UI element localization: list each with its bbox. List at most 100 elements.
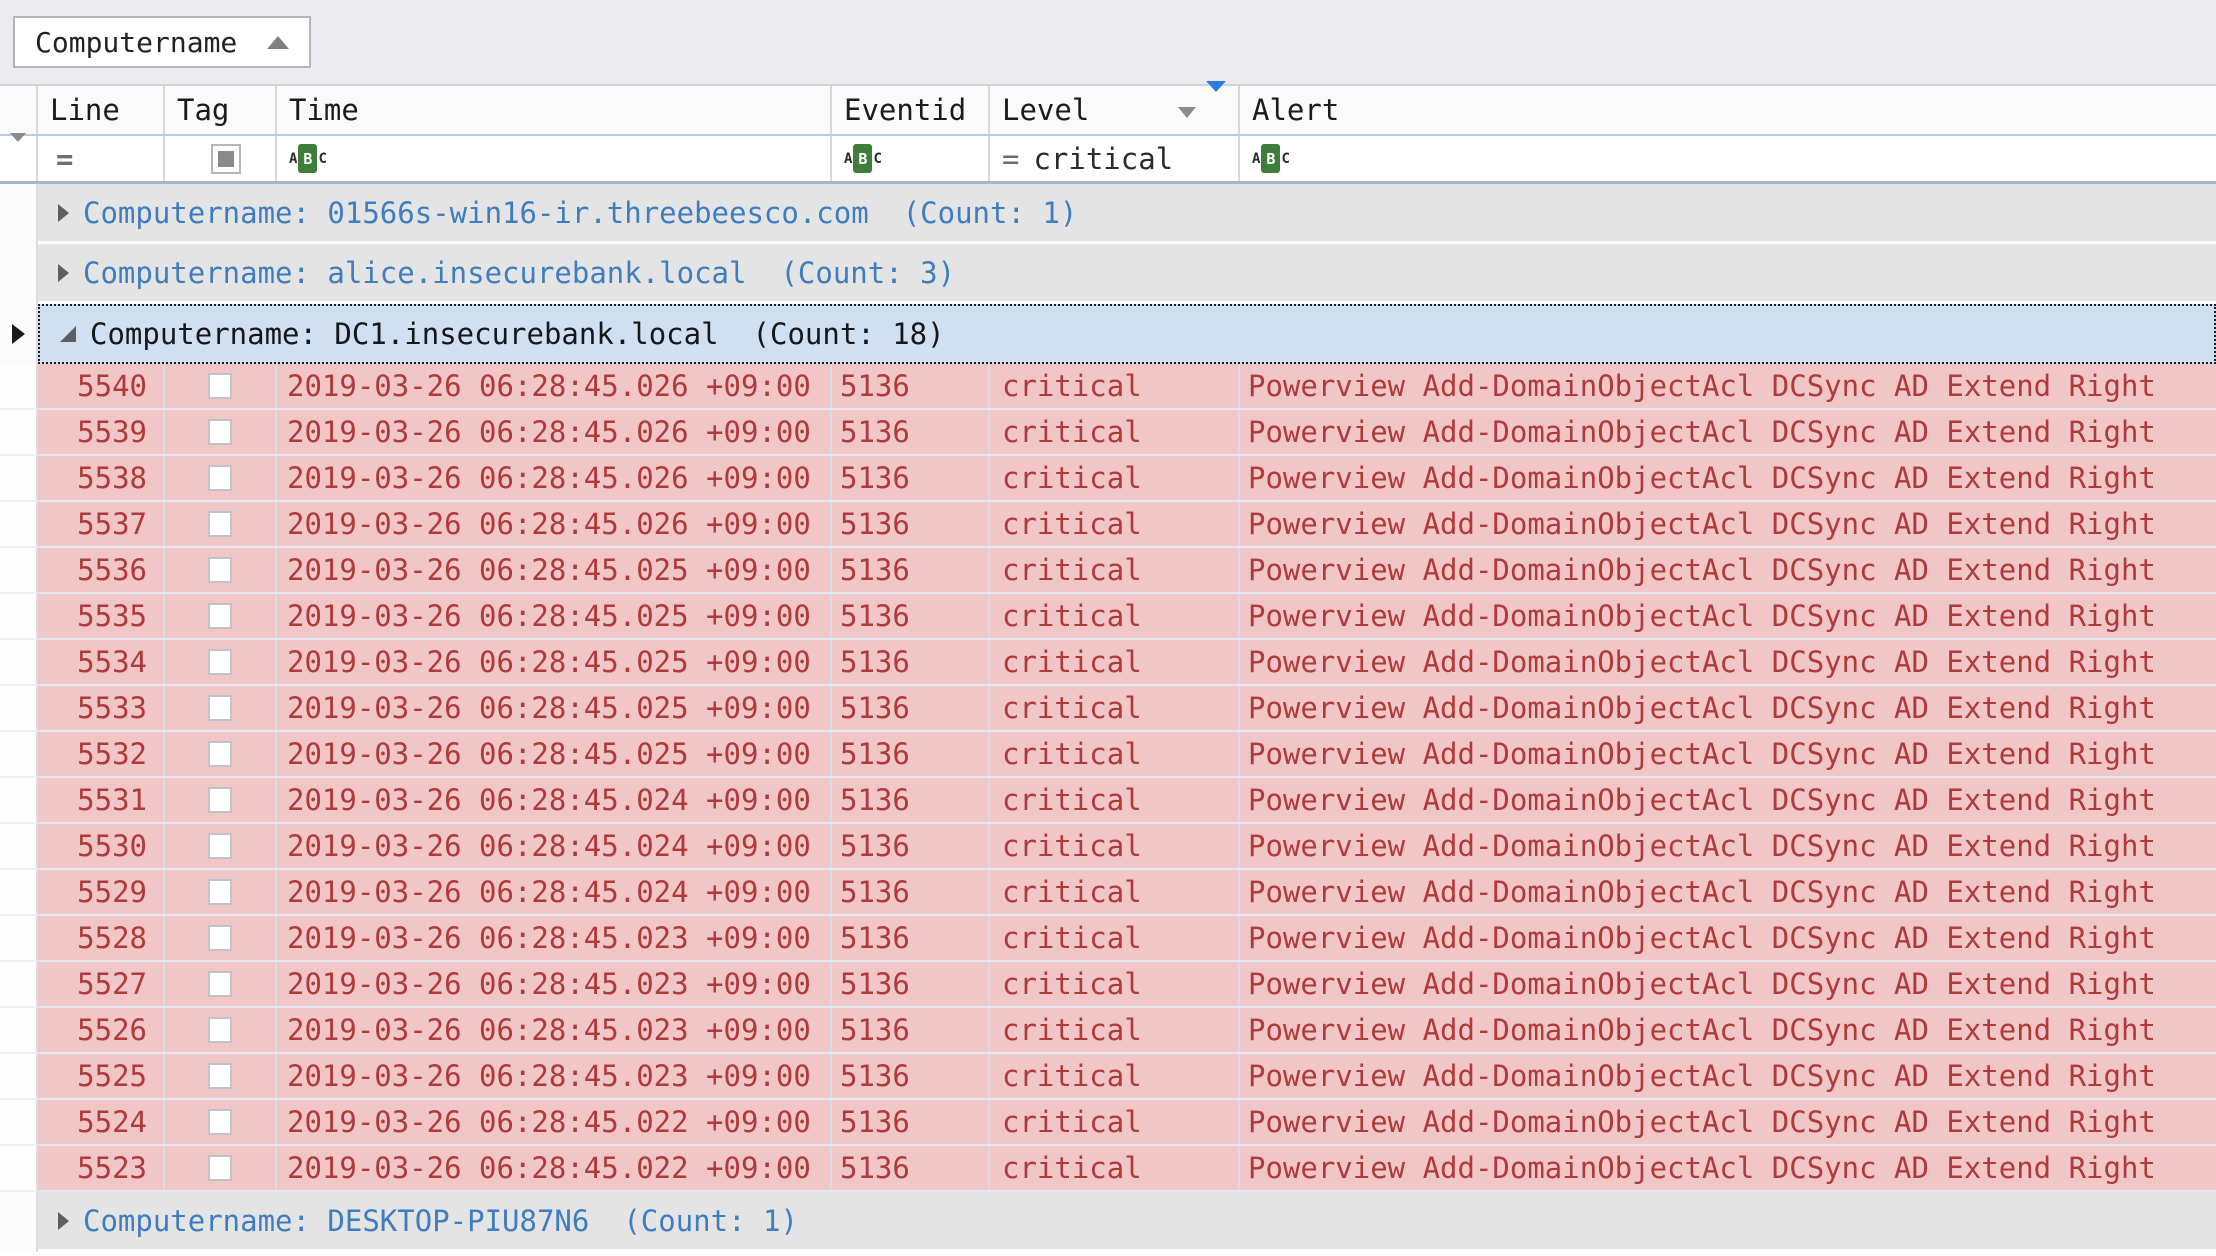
group-row[interactable]: Computername: DC1.insecurebank.local (Co… (0, 304, 2216, 364)
cell-alert: Powerview Add-DomainObjectAcl DCSync AD … (1240, 640, 2216, 684)
cell-level: critical (990, 1054, 1240, 1098)
cell-level: critical (990, 962, 1240, 1006)
cell-alert: Powerview Add-DomainObjectAcl DCSync AD … (1240, 364, 2216, 408)
cell-tag (165, 364, 277, 408)
cell-tag (165, 962, 277, 1006)
column-header-alert[interactable]: Alert (1240, 86, 2216, 134)
abc-filter-type-icon[interactable]: A B C (844, 144, 882, 173)
tag-checkbox[interactable] (208, 649, 232, 675)
cell-eventid: 5136 (832, 1054, 990, 1098)
log-row[interactable]: 5538 2019-03-26 06:28:45.026 +09:00 5136… (0, 456, 2216, 502)
log-row[interactable]: 5525 2019-03-26 06:28:45.023 +09:00 5136… (0, 1054, 2216, 1100)
log-row[interactable]: 5528 2019-03-26 06:28:45.023 +09:00 5136… (0, 916, 2216, 962)
log-row-cells: 5530 2019-03-26 06:28:45.024 +09:00 5136… (38, 824, 2216, 870)
cell-time: 2019-03-26 06:28:45.023 +09:00 (277, 1054, 832, 1098)
abc-filter-type-icon[interactable]: A B C (1252, 144, 1290, 173)
log-row[interactable]: 5530 2019-03-26 06:28:45.024 +09:00 5136… (0, 824, 2216, 870)
log-row[interactable]: 5532 2019-03-26 06:28:45.025 +09:00 5136… (0, 732, 2216, 778)
log-row[interactable]: 5540 2019-03-26 06:28:45.026 +09:00 5136… (0, 364, 2216, 410)
cell-time: 2019-03-26 06:28:45.025 +09:00 (277, 732, 832, 776)
cell-line: 5526 (38, 1008, 165, 1052)
grid-body: Computername: 01566s-win16-ir.threebeesc… (0, 184, 2216, 1252)
level-active-filter-funnel-icon[interactable] (1206, 92, 1228, 118)
filter-input-eventid[interactable]: A B C (832, 136, 990, 181)
cell-eventid: 5136 (832, 686, 990, 730)
log-row[interactable]: 5531 2019-03-26 06:28:45.024 +09:00 5136… (0, 778, 2216, 824)
tag-checkbox[interactable] (208, 1155, 232, 1181)
cell-line: 5530 (38, 824, 165, 868)
tag-checkbox[interactable] (208, 1017, 232, 1043)
cell-level: critical (990, 778, 1240, 822)
log-row[interactable]: 5537 2019-03-26 06:28:45.026 +09:00 5136… (0, 502, 2216, 548)
tag-checkbox[interactable] (208, 1063, 232, 1089)
row-indicator-cell (0, 502, 38, 548)
tag-checkbox[interactable] (208, 741, 232, 767)
tag-checkbox[interactable] (208, 1109, 232, 1135)
filter-input-alert[interactable]: A B C (1240, 136, 2216, 181)
cell-eventid: 5136 (832, 1008, 990, 1052)
column-header-eventid[interactable]: Eventid (832, 86, 990, 134)
log-row[interactable]: 5527 2019-03-26 06:28:45.023 +09:00 5136… (0, 962, 2216, 1008)
tag-checkbox[interactable] (208, 971, 232, 997)
cell-eventid: 5136 (832, 870, 990, 914)
column-header-line[interactable]: Line (38, 86, 165, 134)
abc-filter-type-icon[interactable]: A B C (289, 144, 327, 173)
log-row[interactable]: 5533 2019-03-26 06:28:45.025 +09:00 5136… (0, 686, 2216, 732)
group-row[interactable]: Computername: alice.insecurebank.local (… (0, 244, 2216, 304)
tag-checkbox[interactable] (208, 787, 232, 813)
line-equals-operator-icon[interactable]: = (50, 142, 73, 176)
group-count: (Count: 3) (780, 256, 955, 290)
column-header-time[interactable]: Time (277, 86, 832, 134)
group-row[interactable]: Computername: DESKTOP-PIU87N6 (Count: 1) (0, 1192, 2216, 1252)
log-row-cells: 5533 2019-03-26 06:28:45.025 +09:00 5136… (38, 686, 2216, 732)
log-row[interactable]: 5529 2019-03-26 06:28:45.024 +09:00 5136… (0, 870, 2216, 916)
log-row[interactable]: 5526 2019-03-26 06:28:45.023 +09:00 5136… (0, 1008, 2216, 1054)
filter-input-level[interactable]: = critical (990, 136, 1240, 181)
cell-time: 2019-03-26 06:28:45.026 +09:00 (277, 502, 832, 546)
tag-checkbox[interactable] (208, 465, 232, 491)
tag-checkbox[interactable] (208, 511, 232, 537)
cell-level: critical (990, 456, 1240, 500)
cell-level: critical (990, 548, 1240, 592)
log-row[interactable]: 5524 2019-03-26 06:28:45.022 +09:00 5136… (0, 1100, 2216, 1146)
tag-checkbox[interactable] (208, 695, 232, 721)
log-row[interactable]: 5536 2019-03-26 06:28:45.025 +09:00 5136… (0, 548, 2216, 594)
column-header-level[interactable]: Level (990, 86, 1240, 134)
group-row-content[interactable]: Computername: 01566s-win16-ir.threebeesc… (38, 184, 2216, 244)
filter-input-line[interactable]: = (38, 136, 165, 181)
group-by-chip-computername[interactable]: Computername (13, 16, 311, 68)
group-row-content[interactable]: Computername: alice.insecurebank.local (… (38, 244, 2216, 304)
tag-checkbox[interactable] (208, 833, 232, 859)
filter-input-tag[interactable] (165, 136, 277, 181)
filter-row-indicator-cell (0, 136, 38, 181)
tag-checkbox[interactable] (208, 373, 232, 399)
collapse-chevron-icon[interactable] (58, 1212, 69, 1230)
tag-checkbox[interactable] (208, 603, 232, 629)
collapse-chevron-icon[interactable] (58, 264, 69, 282)
collapse-chevron-icon[interactable] (58, 204, 69, 222)
tag-checkbox[interactable] (208, 419, 232, 445)
abc-letter-c: C (318, 152, 326, 166)
log-row[interactable]: 5535 2019-03-26 06:28:45.025 +09:00 5136… (0, 594, 2216, 640)
column-header-tag[interactable]: Tag (165, 86, 277, 134)
filter-input-time[interactable]: A B C (277, 136, 832, 181)
cell-tag (165, 1100, 277, 1144)
log-row[interactable]: 5534 2019-03-26 06:28:45.025 +09:00 5136… (0, 640, 2216, 686)
group-row-content[interactable]: Computername: DESKTOP-PIU87N6 (Count: 1) (38, 1192, 2216, 1252)
cell-alert: Powerview Add-DomainObjectAcl DCSync AD … (1240, 1008, 2216, 1052)
level-dropdown-arrow-icon[interactable] (1178, 107, 1196, 118)
log-row[interactable]: 5523 2019-03-26 06:28:45.022 +09:00 5136… (0, 1146, 2216, 1192)
tag-checkbox[interactable] (208, 925, 232, 951)
cell-line: 5539 (38, 410, 165, 454)
group-row-content[interactable]: Computername: DC1.insecurebank.local (Co… (38, 304, 2216, 364)
log-row[interactable]: 5539 2019-03-26 06:28:45.026 +09:00 5136… (0, 410, 2216, 456)
tag-checkbox[interactable] (208, 557, 232, 583)
tag-filter-checkbox[interactable] (211, 144, 241, 174)
group-row[interactable]: Computername: 01566s-win16-ir.threebeesc… (0, 184, 2216, 244)
sort-ascending-icon[interactable] (267, 36, 289, 49)
expand-chevron-icon[interactable] (60, 326, 76, 342)
log-row-cells: 5534 2019-03-26 06:28:45.025 +09:00 5136… (38, 640, 2216, 686)
row-indicator-cell (0, 640, 38, 686)
row-indicator-cell (0, 732, 38, 778)
tag-checkbox[interactable] (208, 879, 232, 905)
